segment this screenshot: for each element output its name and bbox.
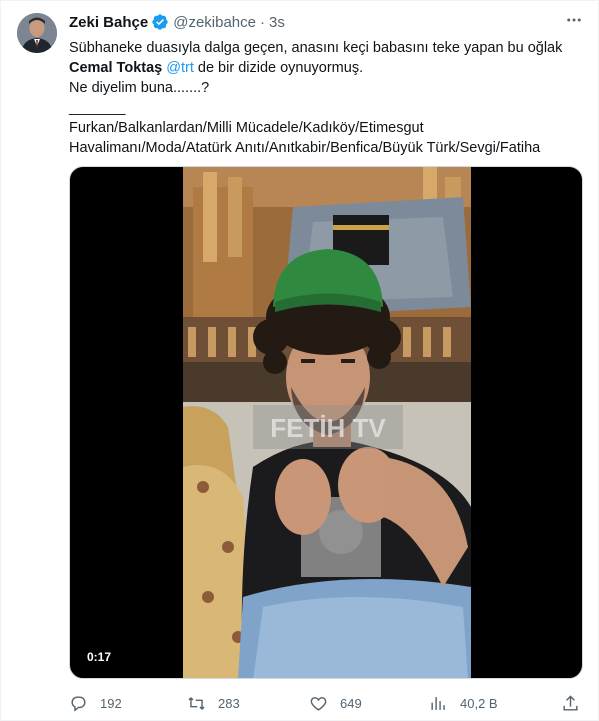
video-player[interactable]: FETİH TV 0:17 — [69, 166, 583, 679]
tweet-text-line: Havalimanı/Moda/Atatürk Anıtı/Anıtkabir/… — [69, 140, 541, 156]
like-button[interactable]: 649 — [309, 693, 362, 713]
video-frame: FETİH TV — [183, 167, 471, 678]
retweet-icon — [188, 696, 205, 710]
retweet-count: 283 — [218, 695, 240, 711]
views-button[interactable]: 40,2 B — [429, 693, 498, 713]
like-icon — [310, 696, 327, 711]
retweet-button[interactable]: 283 — [187, 693, 240, 713]
reply-button[interactable]: 192 — [69, 693, 122, 713]
separator-dot: · — [260, 13, 265, 31]
reply-count: 192 — [100, 695, 122, 711]
author-name[interactable]: Zeki Bahçe — [69, 14, 148, 31]
video-duration-badge: 0:17 — [82, 648, 117, 666]
more-icon[interactable] — [560, 8, 588, 32]
action-bar: 192 283 649 40,2 B — [69, 693, 584, 713]
mention-link[interactable]: @trt — [166, 60, 194, 76]
verified-badge-icon — [151, 13, 169, 31]
share-button[interactable] — [561, 693, 580, 713]
tweet-text-line: Sübhaneke duasıyla dalga geçen, anasını … — [69, 40, 563, 56]
tweet-text-line: _______ — [69, 100, 126, 116]
views-icon — [431, 696, 445, 710]
bold-name: Cemal Toktaş — [69, 60, 163, 76]
watermark-text: FETİH TV — [270, 413, 386, 443]
tweet-text-line: Furkan/Balkanlardan/Milli Mücadele/Kadık… — [69, 120, 424, 136]
author-handle[interactable]: @zekibahce — [173, 14, 256, 31]
tweet-text-fragment: de bir dizide oynuyormuş. — [193, 60, 364, 76]
avatar[interactable] — [17, 13, 57, 53]
tweet-text-line: Ne diyelim buna.......? — [69, 80, 210, 96]
reply-icon — [71, 695, 86, 712]
tweet-text: Sübhaneke duasıyla dalga geçen, anasını … — [69, 38, 584, 158]
avatar-image — [17, 13, 57, 53]
share-icon — [563, 694, 578, 711]
views-count: 40,2 B — [460, 695, 498, 711]
tweet-header: Zeki Bahçe @zekibahce · 3s — [69, 12, 285, 32]
timestamp[interactable]: 3s — [269, 14, 285, 31]
like-count: 649 — [340, 695, 362, 711]
tweet-text-line: Cemal Toktaş @trt de bir dizide oynuyorm… — [69, 58, 584, 78]
